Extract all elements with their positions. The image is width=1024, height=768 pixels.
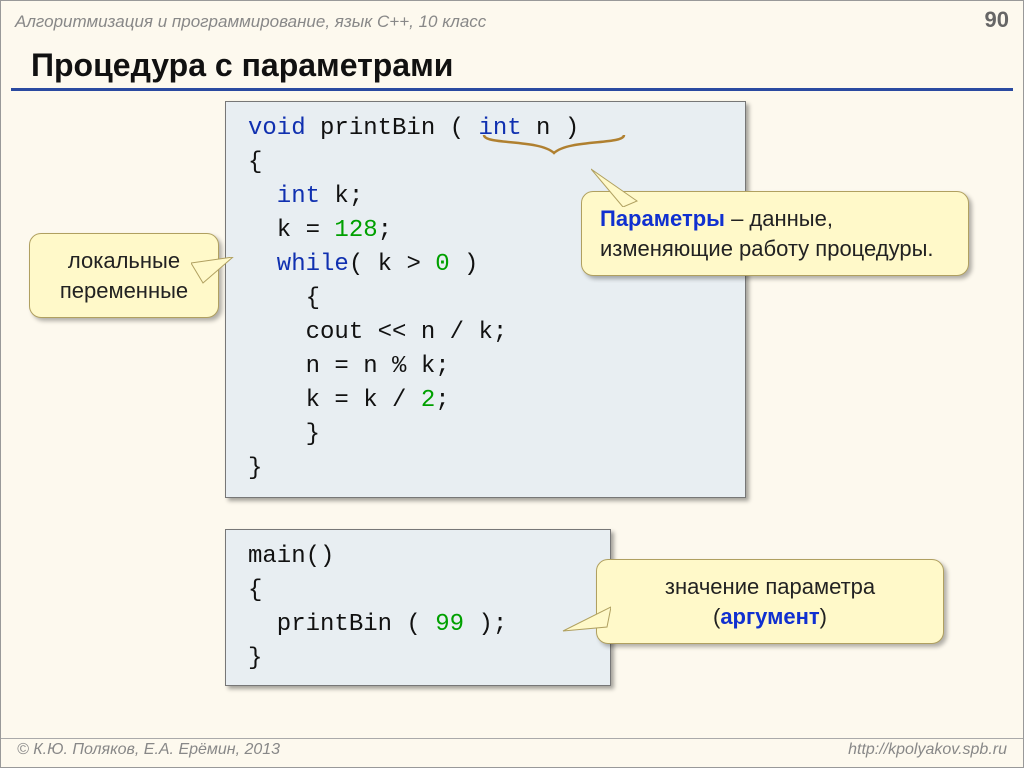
code-line: printBin ( 99 ); <box>248 608 588 642</box>
code-line: } <box>248 418 723 452</box>
code-line: { <box>248 574 588 608</box>
callout-tail-icon <box>591 167 641 207</box>
code-line: } <box>248 642 588 676</box>
callout-text: локальные переменные <box>60 248 188 303</box>
curly-brace-icon <box>479 133 629 157</box>
callout-highlight: аргумент <box>720 604 819 629</box>
code-block-procedure: void printBin ( int n ) { int k; k = 128… <box>225 101 746 498</box>
callout-text: ) <box>820 604 827 629</box>
callout-tail-icon <box>191 257 241 287</box>
code-line: k = k / 2; <box>248 384 723 418</box>
callout-argument: значение параметра (аргумент) <box>596 559 944 644</box>
callout-tail-icon <box>561 601 611 641</box>
code-block-main: main() { printBin ( 99 ); } <box>225 529 611 686</box>
footer-url: http://kpolyakov.spb.ru <box>848 741 1007 759</box>
page-number: 90 <box>985 7 1009 33</box>
page-title: Процедура с параметрами <box>11 35 1013 91</box>
footer: © К.Ю. Поляков, Е.А. Ерёмин, 2013 http:/… <box>1 738 1023 763</box>
code-line: } <box>248 452 723 486</box>
content-stage: void printBin ( int n ) { int k; k = 128… <box>1 91 1023 731</box>
code-line: cout << n / k; <box>248 316 723 350</box>
header: Алгоритмизация и программирование, язык … <box>1 1 1023 35</box>
footer-copyright: © К.Ю. Поляков, Е.А. Ерёмин, 2013 <box>17 741 280 759</box>
code-line: { <box>248 282 723 316</box>
callout-highlight: Параметры <box>600 206 725 231</box>
code-line: main() <box>248 540 588 574</box>
header-subject: Алгоритмизация и программирование, язык … <box>15 12 486 32</box>
code-line: n = n % k; <box>248 350 723 384</box>
